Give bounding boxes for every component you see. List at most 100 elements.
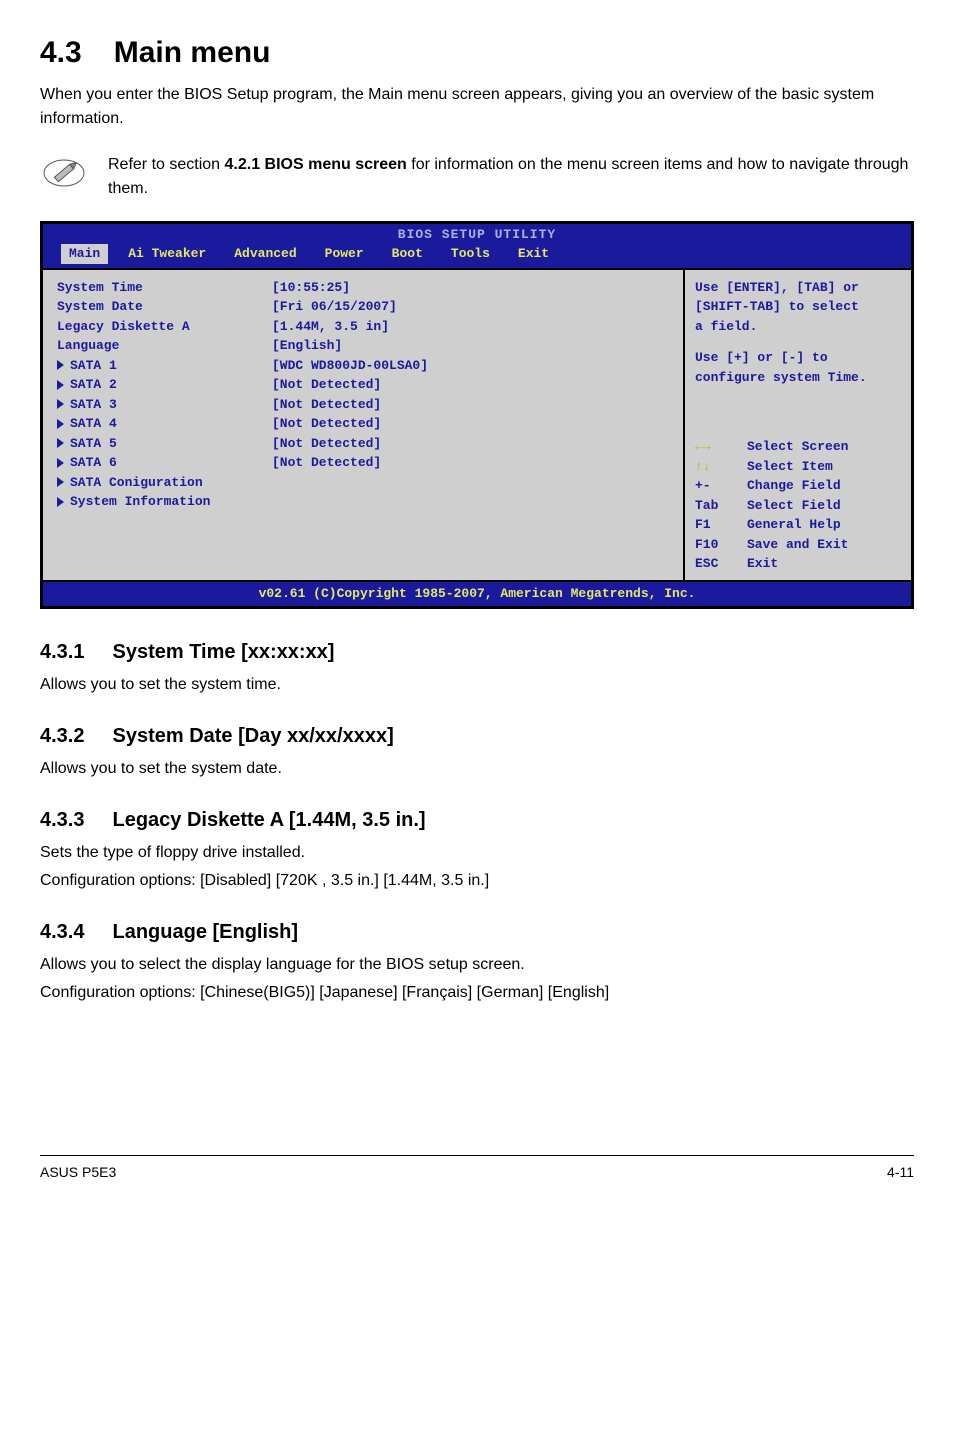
help-line: configure system Time. xyxy=(695,368,901,388)
key-code: Tab xyxy=(695,496,747,516)
section-number: 4.3.2 xyxy=(40,721,84,751)
sections-container: 4.3.1 System Time [xx:xx:xx] Allows you to… xyxy=(40,637,914,1005)
pencil-icon xyxy=(42,151,86,203)
key-row: F1General Help xyxy=(695,515,901,535)
key-row: +-Change Field xyxy=(695,476,901,496)
bios-row[interactable]: SATA 1[WDC WD800JD-00LSA0] xyxy=(57,356,669,376)
bios-row-value: [Fri 06/15/2007] xyxy=(272,297,669,317)
bios-row-value: [Not Detected] xyxy=(272,434,669,454)
key-desc: Select Field xyxy=(747,496,841,516)
tab-exit[interactable]: Exit xyxy=(510,244,557,264)
bios-row-key: System Information xyxy=(57,492,272,512)
bios-row-value: [English] xyxy=(272,336,669,356)
page-footer: ASUS P5E3 4-11 xyxy=(40,1155,914,1183)
bios-row[interactable]: System Date[Fri 06/15/2007] xyxy=(57,297,669,317)
section-paragraph: Allows you to select the display languag… xyxy=(40,953,914,977)
note-block: Refer to section 4.2.1 BIOS menu screen … xyxy=(40,151,914,203)
bios-row-key: Legacy Diskette A xyxy=(57,317,272,337)
key-desc: Select Screen xyxy=(747,437,848,457)
key-row: F10Save and Exit xyxy=(695,535,901,555)
key-desc: Select Item xyxy=(747,457,833,477)
bios-row-key: SATA 2 xyxy=(57,375,272,395)
key-code: +- xyxy=(695,476,747,496)
key-row: ESCExit xyxy=(695,554,901,574)
bios-help-panel: Use [ENTER], [TAB] or [SHIFT-TAB] to sel… xyxy=(685,268,911,582)
bios-row[interactable]: SATA Coniguration xyxy=(57,473,669,493)
bios-row-value: [Not Detected] xyxy=(272,453,669,473)
help-line: a field. xyxy=(695,317,901,337)
bios-row-key: SATA 6 xyxy=(57,453,272,473)
tab-power[interactable]: Power xyxy=(317,244,372,264)
bios-row-value: [Not Detected] xyxy=(272,375,669,395)
section-heading: 4.3.3Legacy Diskette A [1.44M, 3.5 in.] xyxy=(40,805,914,835)
section-heading: 4.3.1 System Time [xx:xx:xx] xyxy=(40,637,914,667)
key-desc: Save and Exit xyxy=(747,535,848,555)
bios-row-key: Language xyxy=(57,336,272,356)
help-line: Use [+] or [-] to xyxy=(695,348,901,368)
tab-boot[interactable]: Boot xyxy=(384,244,431,264)
section-title: System Time [xx:xx:xx] xyxy=(112,641,334,663)
page-title: 4.3 Main menu xyxy=(40,30,914,75)
note-pre: Refer to section xyxy=(108,156,225,173)
help-line: [SHIFT-TAB] to select xyxy=(695,297,901,317)
key-row: ←→Select Screen xyxy=(695,437,901,457)
tab-ai-tweaker[interactable]: Ai Tweaker xyxy=(120,244,214,264)
bios-row[interactable]: SATA 3[Not Detected] xyxy=(57,395,669,415)
section-heading: 4.3.2 System Date [Day xx/xx/xxxx] xyxy=(40,721,914,751)
key-code: ESC xyxy=(695,554,747,574)
key-desc: General Help xyxy=(747,515,841,535)
section-paragraph: Sets the type of floppy drive installed. xyxy=(40,841,914,865)
help-line: Use [ENTER], [TAB] or xyxy=(695,278,901,298)
section-title: System Date [Day xx/xx/xxxx] xyxy=(112,725,393,747)
section-paragraph: Configuration options: [Disabled] [720K … xyxy=(40,869,914,893)
bios-row[interactable]: Language[English] xyxy=(57,336,669,356)
section-title: Language [English] xyxy=(112,921,298,943)
bios-tabs: Main Ai Tweaker Advanced Power Boot Tool… xyxy=(43,244,911,268)
bios-row-value: [Not Detected] xyxy=(272,395,669,415)
section-paragraph: Configuration options: [Chinese(BIG5)] [… xyxy=(40,981,914,1005)
tab-main[interactable]: Main xyxy=(61,244,108,264)
bios-left-panel: System Time[10:55:25]System Date[Fri 06/… xyxy=(43,268,685,582)
bios-row-value: [Not Detected] xyxy=(272,414,669,434)
bios-row[interactable]: SATA 5[Not Detected] xyxy=(57,434,669,454)
section-paragraph: Allows you to set the system time. xyxy=(40,673,914,697)
bios-row[interactable]: Legacy Diskette A[1.44M, 3.5 in] xyxy=(57,317,669,337)
intro-text: When you enter the BIOS Setup program, t… xyxy=(40,83,914,131)
tab-tools[interactable]: Tools xyxy=(443,244,498,264)
bios-row-key: System Time xyxy=(57,278,272,298)
bios-row-value: [1.44M, 3.5 in] xyxy=(272,317,669,337)
section-number: 4.3.4 xyxy=(40,917,84,947)
key-code: ←→ xyxy=(695,437,747,457)
bios-row[interactable]: System Information xyxy=(57,492,669,512)
note-bold: 4.2.1 BIOS menu screen xyxy=(225,156,407,173)
key-desc: Exit xyxy=(747,554,778,574)
section-number: 4.3.3 xyxy=(40,805,84,835)
title-text: Main menu xyxy=(114,36,271,69)
bios-row-value: [10:55:25] xyxy=(272,278,669,298)
bios-row-key: System Date xyxy=(57,297,272,317)
bios-row-key: SATA 4 xyxy=(57,414,272,434)
title-number: 4.3 xyxy=(40,30,82,75)
footer-left: ASUS P5E3 xyxy=(40,1162,116,1183)
bios-row-key: SATA 3 xyxy=(57,395,272,415)
tab-advanced[interactable]: Advanced xyxy=(226,244,304,264)
note-text: Refer to section 4.2.1 BIOS menu screen … xyxy=(108,153,912,201)
footer-right: 4-11 xyxy=(887,1162,914,1183)
bios-row[interactable]: SATA 4[Not Detected] xyxy=(57,414,669,434)
bios-row-key: SATA Coniguration xyxy=(57,473,272,493)
bios-key-legend: ←→Select Screen↑↓Select Item+-Change Fie… xyxy=(695,437,901,574)
key-row: ↑↓Select Item xyxy=(695,457,901,477)
bios-row-key: SATA 5 xyxy=(57,434,272,454)
bios-row[interactable]: SATA 2[Not Detected] xyxy=(57,375,669,395)
bios-row-value xyxy=(272,473,669,493)
bios-row[interactable]: SATA 6[Not Detected] xyxy=(57,453,669,473)
key-desc: Change Field xyxy=(747,476,841,496)
section-number: 4.3.1 xyxy=(40,637,84,667)
bios-row-value: [WDC WD800JD-00LSA0] xyxy=(272,356,669,376)
bios-row-key: SATA 1 xyxy=(57,356,272,376)
key-code: F10 xyxy=(695,535,747,555)
bios-header: BIOS SETUP UTILITY xyxy=(43,224,911,245)
bios-row[interactable]: System Time[10:55:25] xyxy=(57,278,669,298)
section-paragraph: Allows you to set the system date. xyxy=(40,757,914,781)
key-code: F1 xyxy=(695,515,747,535)
